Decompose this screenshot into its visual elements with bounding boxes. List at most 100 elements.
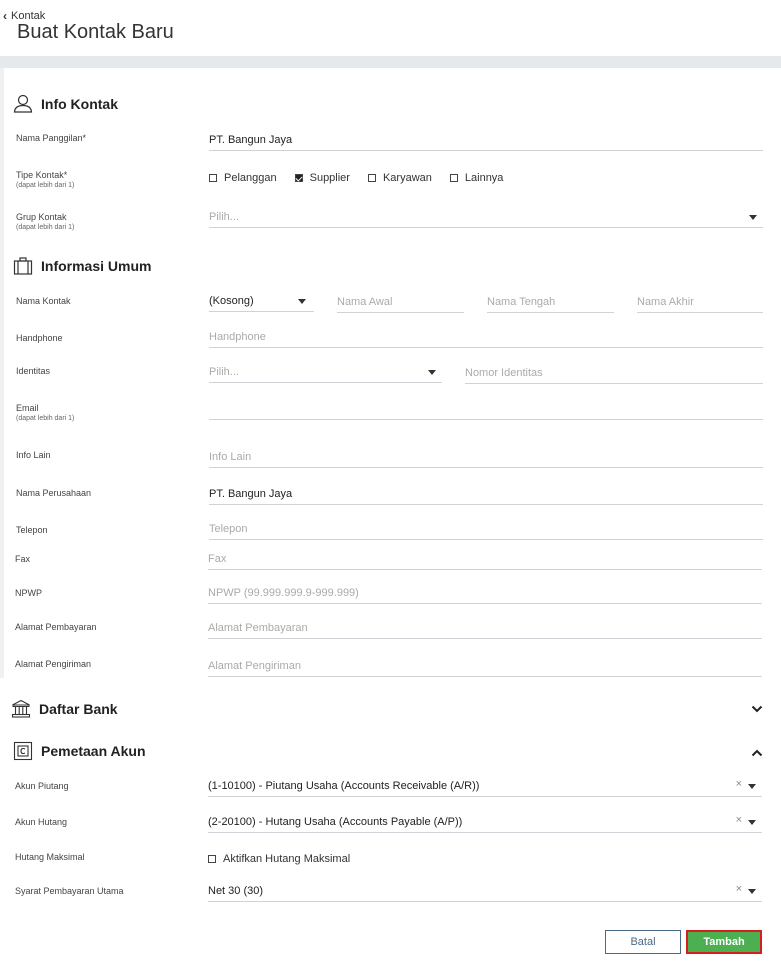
hutang-maksimal-label: Hutang Maksimal: [15, 852, 85, 862]
tipe-kontak-sub: (dapat lebih dari 1): [16, 182, 75, 189]
npwp-placeholder: NPWP (99.999.999.9-999.999): [208, 586, 359, 599]
akun-piutang-label: Akun Piutang: [15, 781, 69, 791]
telepon-input[interactable]: Telepon: [209, 518, 763, 540]
alamat-pembayaran-label: Alamat Pembayaran: [15, 622, 97, 632]
fax-input[interactable]: Fax: [208, 548, 762, 570]
syarat-pembayaran-label: Syarat Pembayaran Utama: [15, 886, 124, 896]
email-label: Email (dapat lebih dari 1): [16, 403, 74, 422]
caret-down-icon[interactable]: [298, 299, 306, 304]
identitas-select[interactable]: Pilih...: [209, 361, 442, 383]
nama-perusahaan-label: Nama Perusahaan: [16, 488, 92, 498]
chevron-left-icon[interactable]: ‹: [3, 9, 7, 23]
grup-kontak-placeholder: Pilih...: [209, 210, 239, 223]
akun-piutang-select[interactable]: (1-10100) - Piutang Usaha (Accounts Rece…: [208, 775, 762, 797]
nama-akhir-input[interactable]: Nama Akhir: [637, 291, 763, 313]
nama-perusahaan-input[interactable]: PT. Bangun Jaya: [209, 483, 763, 505]
caret-down-icon[interactable]: [748, 889, 756, 894]
caret-down-icon[interactable]: [748, 820, 756, 825]
left-edge-shadow: [0, 68, 4, 678]
caret-down-icon[interactable]: [428, 370, 436, 375]
person-icon: [13, 94, 33, 113]
hutang-maksimal-check-label: Aktifkan Hutang Maksimal: [223, 853, 351, 865]
grup-kontak-label: Grup Kontak (dapat lebih dari 1): [16, 212, 74, 231]
identitas-label: Identitas: [16, 366, 51, 376]
syarat-pembayaran-select[interactable]: Net 30 (30) ×: [208, 880, 762, 902]
chevron-down-icon[interactable]: [751, 703, 763, 717]
nama-kontak-label: Nama Kontak: [16, 296, 71, 306]
header-divider: [0, 56, 781, 68]
caret-down-icon[interactable]: [748, 784, 756, 789]
nama-awal-placeholder: Nama Awal: [337, 295, 393, 308]
clear-icon[interactable]: ×: [736, 814, 742, 826]
tipe-lainnya-checkbox[interactable]: Lainnya: [449, 172, 504, 184]
email-input[interactable]: [209, 398, 763, 420]
nama-tengah-placeholder: Nama Tengah: [487, 295, 556, 308]
nama-panggilan-input[interactable]: PT. Bangun Jaya: [209, 129, 763, 151]
info-lain-label: Info Lain: [16, 450, 51, 460]
handphone-input[interactable]: Handphone: [209, 326, 763, 348]
tipe-kontak-group: Pelanggan Supplier Karyawan Lainnya: [209, 172, 503, 184]
akun-piutang-value: (1-10100) - Piutang Usaha (Accounts Rece…: [208, 779, 480, 792]
grup-kontak-select[interactable]: Pilih...: [209, 206, 763, 228]
alamat-pembayaran-input[interactable]: Alamat Pembayaran: [208, 617, 762, 639]
section-title: Informasi Umum: [41, 258, 152, 274]
section-title: Daftar Bank: [39, 701, 118, 717]
handphone-label: Handphone: [16, 333, 63, 343]
info-lain-input[interactable]: Info Lain: [209, 446, 763, 468]
checkbox-icon[interactable]: [367, 174, 376, 182]
syarat-pembayaran-value: Net 30 (30): [208, 884, 264, 897]
email-sub: (dapat lebih dari 1): [16, 415, 75, 422]
tipe-lainnya-label: Lainnya: [464, 172, 504, 184]
tipe-kontak-label: Tipe Kontak* (dapat lebih dari 1): [16, 170, 74, 189]
chevron-up-icon[interactable]: [751, 747, 763, 761]
telepon-placeholder: Telepon: [209, 522, 248, 535]
clear-icon[interactable]: ×: [736, 778, 742, 790]
nama-panggilan-value: PT. Bangun Jaya: [209, 133, 293, 146]
akun-hutang-value: (2-20100) - Hutang Usaha (Accounts Payab…: [208, 815, 463, 828]
tipe-supplier-checkbox[interactable]: Supplier: [294, 172, 350, 184]
caret-down-icon[interactable]: [749, 215, 757, 220]
tipe-kontak-label-text: Tipe Kontak*: [16, 170, 68, 180]
briefcase-icon: [13, 257, 33, 275]
alamat-pengiriman-placeholder: Alamat Pengiriman: [208, 659, 301, 672]
checkbox-checked-icon[interactable]: [294, 174, 303, 182]
section-informasi-umum: Informasi Umum: [13, 256, 151, 276]
nomor-identitas-input[interactable]: Nomor Identitas: [465, 362, 763, 384]
checkbox-icon[interactable]: [208, 855, 216, 863]
nama-akhir-placeholder: Nama Akhir: [637, 295, 694, 308]
nama-perusahaan-value: PT. Bangun Jaya: [209, 487, 293, 500]
info-lain-placeholder: Info Lain: [209, 450, 252, 463]
npwp-input[interactable]: NPWP (99.999.999.9-999.999): [208, 582, 762, 604]
fax-label: Fax: [15, 554, 31, 564]
email-label-text: Email: [16, 403, 39, 413]
nama-awal-input[interactable]: Nama Awal: [337, 291, 464, 313]
tipe-supplier-label: Supplier: [309, 172, 350, 184]
hutang-maksimal-checkbox[interactable]: Aktifkan Hutang Maksimal: [208, 853, 350, 865]
nama-tengah-input[interactable]: Nama Tengah: [487, 291, 614, 313]
salutation-value: (Kosong): [209, 294, 254, 307]
checkbox-icon[interactable]: [449, 174, 458, 182]
checkbox-icon[interactable]: [209, 174, 217, 182]
alamat-pengiriman-input[interactable]: Alamat Pengiriman: [208, 655, 762, 677]
section-title: Info Kontak: [41, 96, 118, 112]
akun-hutang-select[interactable]: (2-20100) - Hutang Usaha (Accounts Payab…: [208, 811, 762, 833]
alamat-pengiriman-label: Alamat Pengiriman: [15, 659, 92, 669]
fax-placeholder: Fax: [208, 552, 227, 565]
salutation-select[interactable]: (Kosong): [209, 290, 314, 312]
grup-kontak-sub: (dapat lebih dari 1): [16, 224, 75, 231]
account-book-icon: [13, 741, 33, 761]
identitas-placeholder: Pilih...: [209, 365, 239, 378]
cancel-button[interactable]: Batal: [605, 930, 681, 954]
section-daftar-bank[interactable]: Daftar Bank: [11, 699, 118, 719]
section-pemetaan-akun[interactable]: Pemetaan Akun: [13, 741, 146, 761]
section-title: Pemetaan Akun: [41, 743, 146, 759]
grup-kontak-label-text: Grup Kontak: [16, 212, 67, 222]
nomor-identitas-placeholder: Nomor Identitas: [465, 366, 543, 379]
npwp-label: NPWP: [15, 588, 42, 598]
page-title: Buat Kontak Baru: [17, 21, 174, 43]
submit-button[interactable]: Tambah: [686, 930, 762, 954]
tipe-karyawan-checkbox[interactable]: Karyawan: [367, 172, 432, 184]
clear-icon[interactable]: ×: [736, 883, 742, 895]
tipe-pelanggan-checkbox[interactable]: Pelanggan: [209, 172, 277, 184]
handphone-placeholder: Handphone: [209, 330, 266, 343]
